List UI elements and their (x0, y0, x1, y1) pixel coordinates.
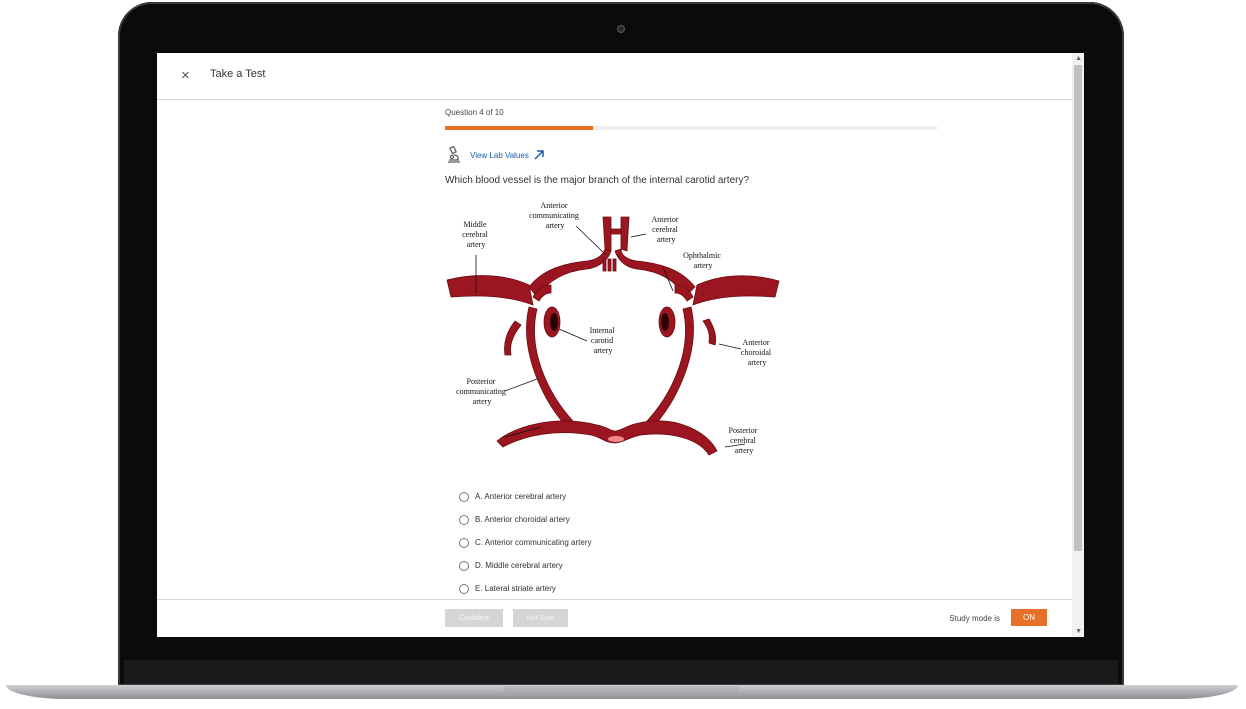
laptop-notch (503, 686, 739, 694)
answer-options: A. Anterior cerebral artery B. Anterior … (459, 485, 592, 600)
scrollbar[interactable]: ▲ ▼ (1072, 53, 1084, 637)
progress-fill (445, 126, 593, 130)
label-anterior-cerebral: Anterior cerebral artery (651, 215, 680, 244)
app-screen: × Take a Test ▲ ▼ Question 4 of 10 View … (157, 53, 1084, 637)
scroll-up-icon[interactable]: ▲ (1075, 55, 1082, 62)
artery-diagram: Anterior communicating artery Middle cer… (446, 201, 780, 456)
lab-values-link[interactable]: View Lab Values (470, 151, 529, 160)
label-posterior-communicating: Posterior communicating artery (456, 377, 508, 406)
study-mode-toggle[interactable]: ON (1011, 609, 1047, 626)
question-counter: Question 4 of 10 (445, 108, 504, 117)
option-label[interactable]: E. Lateral striate artery (475, 584, 556, 593)
option-label[interactable]: A. Anterior cerebral artery (475, 492, 566, 501)
not-sure-button[interactable]: Not Sure (513, 609, 568, 627)
progress-bar (445, 126, 937, 130)
option-d[interactable]: D. Middle cerebral artery (459, 554, 592, 577)
confident-button[interactable]: Confident (445, 609, 503, 627)
question-text: Which blood vessel is the major branch o… (445, 175, 750, 186)
laptop-bezel (124, 660, 1118, 684)
option-label[interactable]: C. Anterior communicating artery (475, 538, 592, 547)
option-e[interactable]: E. Lateral striate artery (459, 577, 592, 600)
webcam (617, 25, 625, 33)
radio-button[interactable] (459, 491, 469, 502)
option-c[interactable]: C. Anterior communicating artery (459, 531, 592, 554)
option-a[interactable]: A. Anterior cerebral artery (459, 485, 592, 508)
radio-button[interactable] (459, 583, 469, 594)
label-anterior-communicating: Anterior communicating artery (529, 201, 581, 230)
label-middle-cerebral: Middle cerebral artery (462, 220, 490, 249)
study-mode-label: Study mode is (949, 614, 1000, 623)
page-title: Take a Test (210, 68, 266, 80)
basilar-artery-lumen (608, 436, 624, 442)
radio-button[interactable] (459, 537, 469, 548)
external-link-icon[interactable] (533, 149, 545, 161)
option-label[interactable]: D. Middle cerebral artery (475, 561, 563, 570)
label-internal-carotid: Internal carotid artery (590, 326, 617, 355)
lab-values-row[interactable]: View Lab Values (445, 145, 545, 165)
scroll-down-icon[interactable]: ▼ (1075, 628, 1082, 635)
radio-button[interactable] (459, 514, 469, 525)
radio-button[interactable] (459, 560, 469, 571)
header-bar: × Take a Test (157, 53, 1072, 100)
microscope-icon (448, 146, 460, 163)
option-b[interactable]: B. Anterior choroidal artery (459, 508, 592, 531)
label-ophthalmic: Ophthalmic artery (683, 251, 723, 270)
footer-bar: Confident Not Sure Study mode is ON (157, 599, 1072, 637)
option-label[interactable]: B. Anterior choroidal artery (475, 515, 570, 524)
close-icon[interactable]: × (181, 66, 190, 86)
label-anterior-choroidal: Anterior choroidal artery (741, 338, 773, 367)
label-posterior-cerebral: Posterior cerebral artery (729, 426, 760, 455)
scrollbar-thumb[interactable] (1074, 65, 1082, 551)
diagram-labels: Anterior communicating artery Middle cer… (456, 201, 773, 455)
